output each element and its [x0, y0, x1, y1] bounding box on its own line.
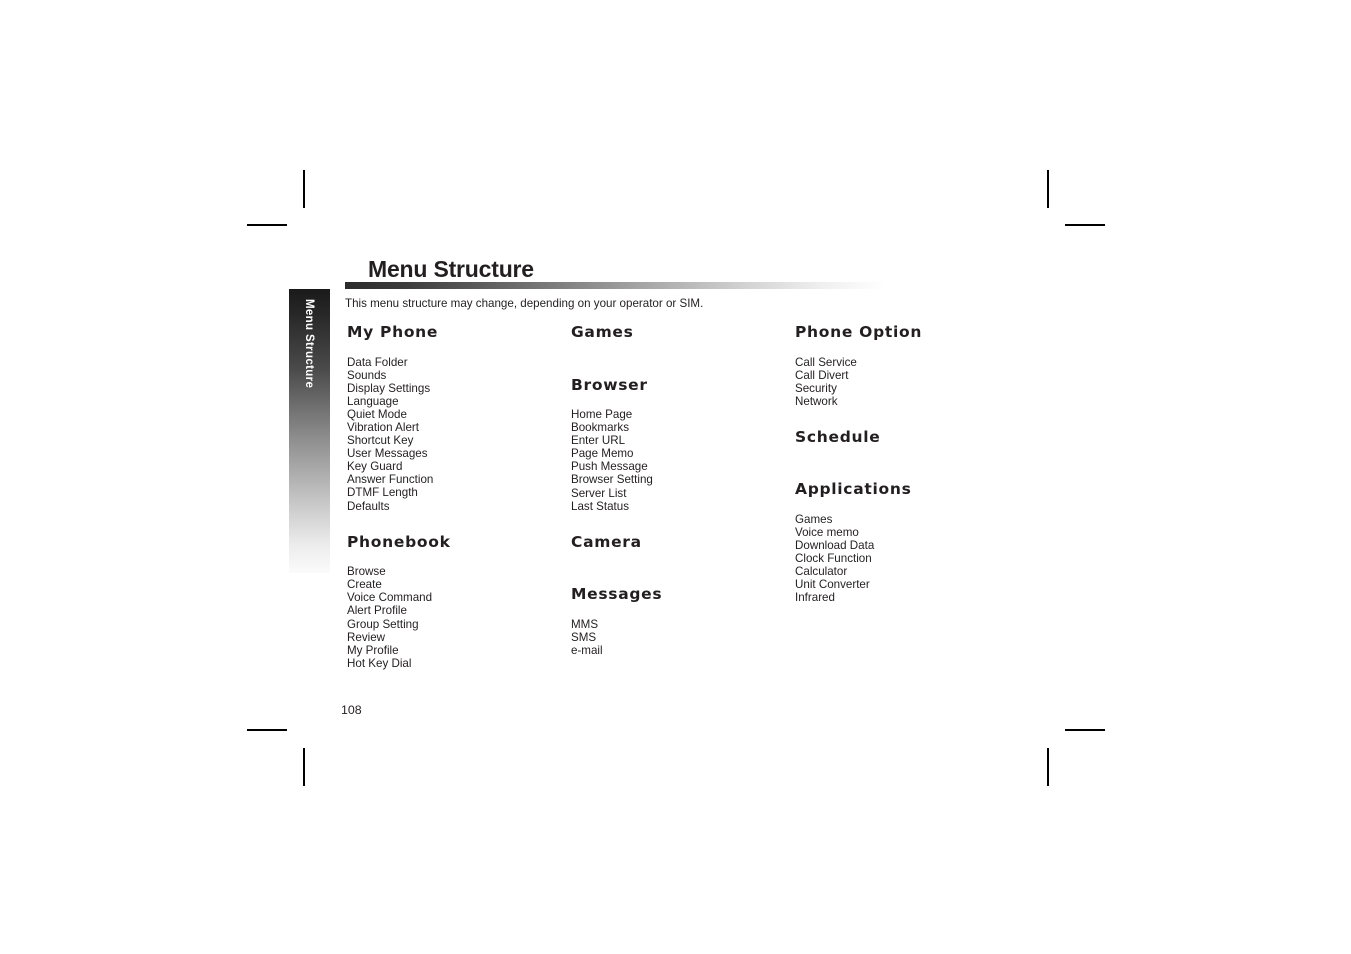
section-item: Network: [795, 394, 838, 408]
section-item: SMS: [571, 630, 597, 644]
section-item-list: Games Voice memo Download Data Clock Functi…: [795, 513, 1025, 605]
section-item: Group Setting: [347, 617, 419, 631]
menu-section: Browser Home Page Bookmarks Enter URL Page M…: [571, 375, 786, 535]
section-heading: Applications: [795, 480, 912, 499]
menu-section: Phonebook Browse Create Voice Command Alert …: [347, 532, 562, 670]
section-item: DTMF Length: [347, 486, 418, 500]
section-item-list: Browse Create Voice Command Alert Profile Gr…: [347, 565, 562, 670]
section-item: Data Folder: [347, 355, 408, 369]
menu-section: Phone Option Call Service Call Divert Secur…: [795, 323, 1025, 430]
section-heading: Camera: [571, 532, 642, 551]
section-item: Push Message: [571, 460, 648, 474]
menu-section: Schedule: [795, 427, 1025, 483]
section-item: e-mail: [571, 643, 603, 657]
menu-section: Camera: [571, 532, 786, 588]
section-heading: Phone Option: [795, 323, 923, 341]
section-item: Call Divert: [795, 368, 849, 382]
section-item-list: Call Service Call Divert Security Network: [795, 356, 1025, 408]
section-item: Sounds: [347, 368, 387, 382]
section-item: Create: [347, 578, 382, 592]
section-item: Answer Function: [347, 473, 434, 487]
section-item: Call Service: [795, 355, 857, 369]
section-item: Alert Profile: [347, 604, 407, 618]
section-item: Unit Converter: [795, 578, 870, 592]
section-item: Server List: [571, 486, 627, 500]
menu-column-1: My Phone Data Folder Sounds Display Setting…: [347, 323, 562, 670]
section-item: Vibration Alert: [347, 420, 419, 434]
section-item: Browse: [347, 565, 386, 579]
section-item-list: MMS SMS e-mail: [571, 618, 786, 657]
section-item: Defaults: [347, 499, 390, 513]
section-item: Page Memo: [571, 447, 634, 461]
section-item: Review: [347, 630, 386, 644]
menu-structure-columns: My Phone Data Folder Sounds Display Setting…: [0, 0, 1351, 954]
menu-section: My Phone Data Folder Sounds Display Setting…: [347, 323, 562, 535]
menu-column-3: Phone Option Call Service Call Divert Secur…: [795, 323, 1025, 605]
section-item: Calculator: [795, 565, 848, 579]
section-item: Key Guard: [347, 460, 403, 474]
section-item: Quiet Mode: [347, 407, 407, 421]
section-item: Display Settings: [347, 381, 431, 395]
section-item: Games: [795, 512, 833, 526]
section-item: Voice Command: [347, 591, 433, 605]
section-item: Home Page: [571, 408, 633, 421]
section-item-list: Home Page Bookmarks Enter URL Page Memo Push…: [571, 408, 786, 513]
section-item: Hot Key Dial: [347, 656, 412, 670]
section-item-list: Data Folder Sounds Display Settings Languag…: [347, 356, 562, 513]
section-heading: Schedule: [795, 427, 881, 446]
section-heading: Browser: [571, 375, 648, 394]
section-item: User Messages: [347, 447, 428, 461]
section-item: Download Data: [795, 539, 875, 553]
menu-column-2: Games Browser Home Page Bookmarks Enter URL P…: [571, 323, 786, 657]
section-item: My Profile: [347, 643, 399, 657]
menu-section: Messages MMS SMS e-mail: [571, 587, 786, 657]
section-item: Last Status: [571, 499, 630, 513]
section-item: Language: [347, 394, 399, 408]
section-item: Infrared: [795, 591, 835, 605]
section-item: Voice memo: [795, 525, 859, 539]
section-heading: Games: [571, 323, 634, 341]
section-item: MMS: [571, 617, 599, 631]
section-item: Enter URL: [571, 434, 626, 448]
section-item: Clock Function: [795, 552, 872, 566]
menu-section: Games: [571, 323, 786, 378]
section-item: Security: [795, 381, 837, 395]
section-heading: My Phone: [347, 323, 439, 341]
section-heading: Phonebook: [347, 532, 451, 551]
page-number: 108: [341, 703, 362, 717]
section-item: Browser Setting: [571, 473, 653, 487]
menu-section: Applications Games Voice memo Download Data…: [795, 480, 1025, 605]
section-item: Shortcut Key: [347, 434, 414, 448]
section-item: Bookmarks: [571, 421, 629, 435]
section-heading: Messages: [571, 585, 663, 604]
